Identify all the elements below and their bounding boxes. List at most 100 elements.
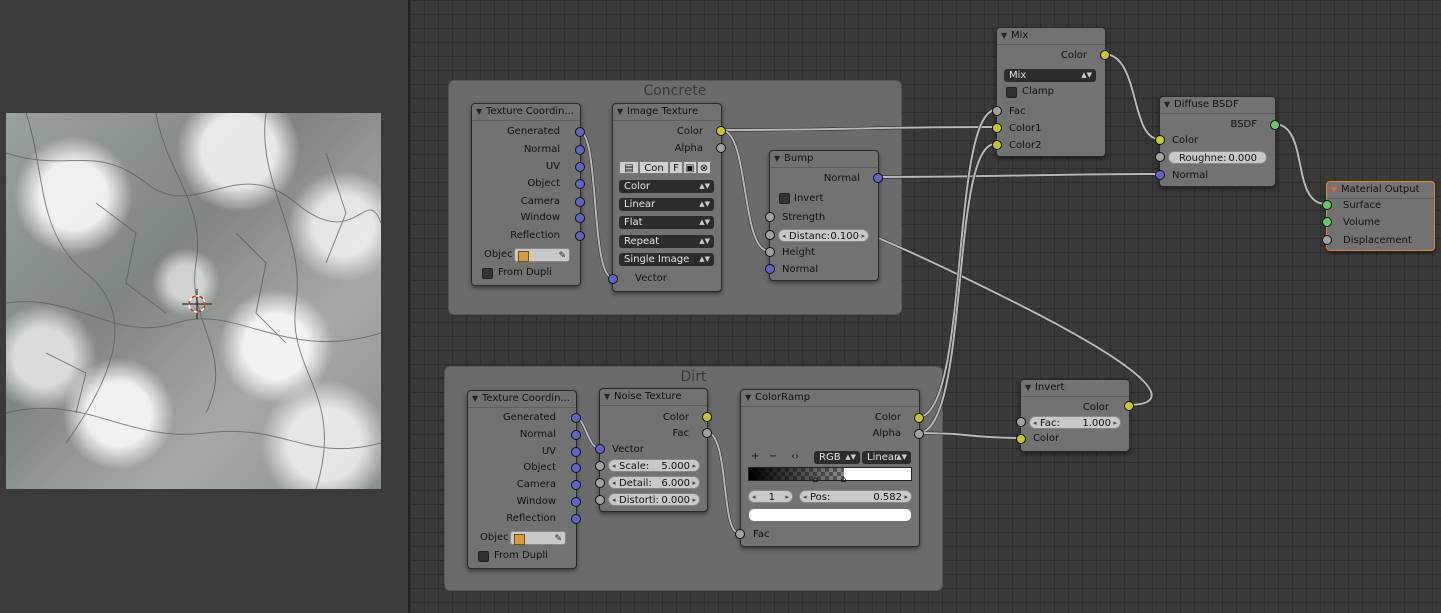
- socket-bump-distance[interactable]: [765, 230, 775, 240]
- collapse-triangle-icon[interactable]: ▼: [476, 104, 482, 120]
- color-space-select[interactable]: Color ▲▼: [619, 180, 714, 193]
- socket-uv[interactable]: [575, 162, 585, 172]
- collapse-triangle-icon[interactable]: ▼: [774, 151, 780, 167]
- node-texture-coordinate-1[interactable]: ▼ Texture Coordin... Generated Normal UV …: [471, 103, 581, 286]
- socket-diffuse-color[interactable]: [1155, 135, 1165, 145]
- add-stop-button[interactable]: +: [751, 451, 759, 462]
- socket-image-alpha[interactable]: [716, 143, 726, 153]
- socket-generated[interactable]: [575, 127, 585, 137]
- decrement-icon[interactable]: ◂: [782, 230, 786, 243]
- socket-normal[interactable]: [575, 145, 585, 155]
- increment-icon[interactable]: ▸: [861, 230, 865, 243]
- roughness-field[interactable]: Roughne: 0.000: [1168, 151, 1267, 164]
- collapse-triangle-icon[interactable]: ▼: [1025, 380, 1031, 396]
- from-dupli-checkbox[interactable]: [482, 268, 493, 279]
- increment-icon[interactable]: ▸: [692, 460, 696, 473]
- object-field[interactable]: ✎: [510, 531, 566, 545]
- detail-field[interactable]: ◂ Detail: 6.000 ▸: [608, 476, 700, 489]
- socket-camera[interactable]: [571, 480, 581, 490]
- unlink-image-button[interactable]: ⊗: [697, 161, 711, 174]
- socket-output-displacement[interactable]: [1322, 235, 1332, 245]
- decrement-icon[interactable]: ◂: [612, 494, 616, 507]
- socket-noise-detail[interactable]: [595, 478, 605, 488]
- socket-object[interactable]: [575, 179, 585, 189]
- increment-icon[interactable]: ▸: [692, 494, 696, 507]
- image-name-field[interactable]: Con: [639, 161, 669, 174]
- color-mode-select[interactable]: RGB ▲▼: [814, 451, 860, 464]
- node-mix[interactable]: ▼ Mix Color Mix ▲▼ Clamp Fac Color1 Color2: [996, 27, 1106, 157]
- ramp-stop-white[interactable]: ⌂: [839, 476, 847, 485]
- socket-image-vector[interactable]: [608, 274, 618, 284]
- node-header[interactable]: ▼ Diffuse BSDF: [1160, 97, 1275, 114]
- node-header[interactable]: ▼ Material Output: [1327, 182, 1434, 199]
- eyedropper-icon[interactable]: ✎: [554, 532, 562, 546]
- socket-generated[interactable]: [571, 413, 581, 423]
- socket-noise-fac[interactable]: [702, 428, 712, 438]
- projection-select[interactable]: Flat ▲▼: [619, 216, 714, 229]
- socket-output-surface[interactable]: [1322, 200, 1332, 210]
- socket-noise-scale[interactable]: [595, 461, 605, 471]
- active-stop-field[interactable]: ◂ 1 ▸: [748, 490, 793, 503]
- socket-object[interactable]: [571, 463, 581, 473]
- node-header[interactable]: ▼ Mix: [997, 28, 1105, 45]
- socket-noise-vector[interactable]: [595, 444, 605, 454]
- socket-noise-color[interactable]: [702, 412, 712, 422]
- socket-noise-distortion[interactable]: [595, 495, 605, 505]
- node-bump[interactable]: ▼ Bump Normal Invert Strength ◂ Distanc: …: [769, 150, 879, 281]
- socket-mix-fac[interactable]: [992, 106, 1002, 116]
- socket-ramp-color[interactable]: [914, 413, 924, 423]
- increment-icon[interactable]: ▸: [785, 491, 789, 504]
- collapse-triangle-icon[interactable]: ▼: [604, 389, 610, 405]
- 3d-viewport[interactable]: [0, 0, 408, 613]
- distortion-field[interactable]: ◂ Distorti: 0.000 ▸: [608, 493, 700, 506]
- socket-invert-color-out[interactable]: [1124, 401, 1134, 411]
- socket-bump-normal-in[interactable]: [765, 264, 775, 274]
- socket-mix-color-out[interactable]: [1100, 50, 1110, 60]
- node-diffuse-bsdf[interactable]: ▼ Diffuse BSDF BSDF Color Roughne: 0.000 …: [1159, 96, 1276, 187]
- node-header[interactable]: ▼ ColorRamp: [741, 390, 919, 407]
- node-header[interactable]: ▼ Invert: [1021, 380, 1129, 397]
- node-header[interactable]: ▼ Texture Coordin...: [468, 391, 576, 408]
- object-field[interactable]: ✎: [514, 248, 570, 262]
- node-header[interactable]: ▼ Texture Coordin...: [472, 104, 580, 121]
- interpolation-select[interactable]: Linear ▲▼: [619, 198, 714, 211]
- color-ramp-gradient[interactable]: [748, 467, 912, 481]
- node-image-texture[interactable]: ▼ Image Texture Color Alpha ▤ Con F ▣ ⊗ C…: [612, 103, 722, 292]
- collapse-triangle-icon[interactable]: ▼: [617, 104, 623, 120]
- ramp-stop-black[interactable]: ⌂: [811, 476, 819, 485]
- node-noise-texture[interactable]: ▼ Noise Texture Color Fac Vector ◂ Scale:…: [599, 388, 708, 512]
- image-browse-button[interactable]: ▤: [619, 161, 639, 174]
- extension-select[interactable]: Repeat ▲▼: [619, 235, 714, 248]
- socket-normal[interactable]: [571, 430, 581, 440]
- node-editor[interactable]: Concrete Dirt ▼ Texture Coordin... Gener…: [410, 0, 1441, 613]
- clamp-checkbox[interactable]: [1006, 87, 1017, 98]
- remove-stop-button[interactable]: −: [769, 451, 777, 462]
- scale-field[interactable]: ◂ Scale: 5.000 ▸: [608, 459, 700, 472]
- invert-checkbox[interactable]: [779, 193, 790, 204]
- socket-reflection[interactable]: [575, 231, 585, 241]
- 3d-cursor-icon[interactable]: [182, 289, 212, 319]
- fake-user-button[interactable]: F: [669, 161, 683, 174]
- decrement-icon[interactable]: ◂: [803, 491, 807, 504]
- node-texture-coordinate-2[interactable]: ▼ Texture Coordin... Generated Normal UV …: [467, 390, 577, 569]
- socket-reflection[interactable]: [571, 514, 581, 524]
- fac-field[interactable]: ◂ Fac: 1.000 ▸: [1029, 416, 1121, 429]
- node-header[interactable]: ▼ Noise Texture: [600, 389, 707, 406]
- increment-icon[interactable]: ▸: [1113, 417, 1117, 430]
- decrement-icon[interactable]: ◂: [1033, 417, 1037, 430]
- collapse-triangle-icon[interactable]: ▼: [1331, 182, 1337, 198]
- socket-ramp-alpha[interactable]: [914, 429, 924, 439]
- node-material-output[interactable]: ▼ Material Output Surface Volume Displace…: [1326, 181, 1435, 251]
- socket-bump-normal-out[interactable]: [873, 173, 883, 183]
- socket-bump-strength[interactable]: [765, 212, 775, 222]
- stop-color-swatch[interactable]: [748, 508, 912, 522]
- socket-diffuse-bsdf[interactable]: [1270, 120, 1280, 130]
- eyedropper-icon[interactable]: ✎: [558, 249, 566, 263]
- socket-bump-height[interactable]: [765, 247, 775, 257]
- socket-output-volume[interactable]: [1322, 217, 1332, 227]
- socket-window[interactable]: [575, 213, 585, 223]
- socket-image-color[interactable]: [716, 126, 726, 136]
- decrement-icon[interactable]: ◂: [612, 477, 616, 490]
- increment-icon[interactable]: ▸: [904, 491, 908, 504]
- flip-ramp-button[interactable]: ‹›: [791, 451, 799, 462]
